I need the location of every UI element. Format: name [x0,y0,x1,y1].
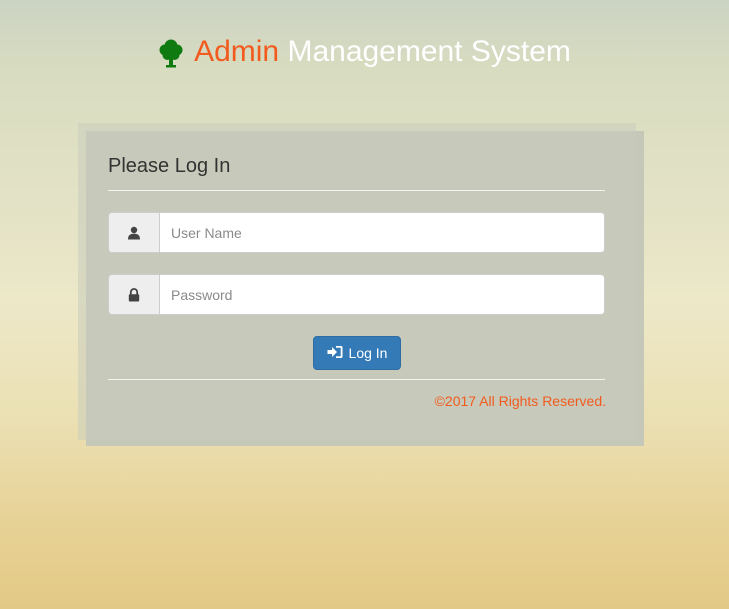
title-divider [108,190,605,191]
copyright-text: ©2017 All Rights Reserved. [434,393,606,409]
username-input[interactable] [159,212,605,253]
username-group [108,212,605,253]
log-in-icon [327,345,343,362]
lock-icon [108,274,159,315]
footer-divider [108,379,605,380]
login-button-label: Log In [348,345,388,361]
user-icon [108,212,159,253]
brand-title-rest: Management System [287,35,571,68]
login-button[interactable]: Log In [313,336,401,370]
password-group [108,274,605,315]
tree-icon [158,37,184,68]
brand: Admin Management System [158,30,571,74]
login-card: Please Log In Log In ©2017 All [78,123,636,440]
page-header: Admin Management System [0,30,729,74]
brand-title-highlight: Admin [194,35,280,68]
password-input[interactable] [159,274,605,315]
login-title: Please Log In [108,155,231,177]
